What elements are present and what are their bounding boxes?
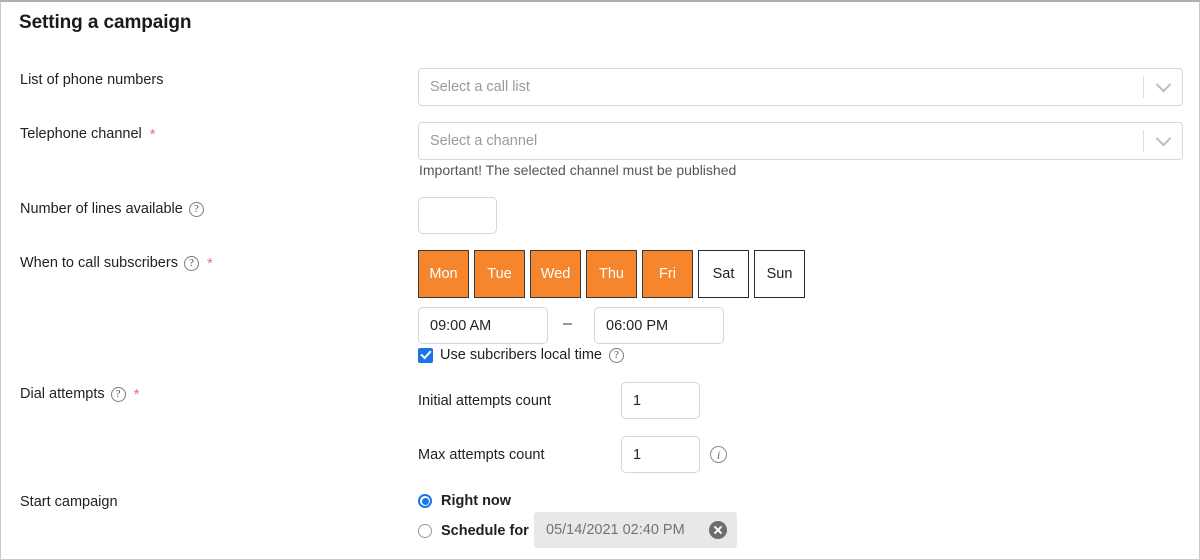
label-max-attempts-count: Max attempts count <box>418 447 545 463</box>
use-local-time-checkbox[interactable] <box>418 348 433 363</box>
help-circle-icon[interactable]: ? <box>184 256 199 271</box>
channel-hint: Important! The selected channel must be … <box>419 162 736 178</box>
weekday-button-sun[interactable]: Sun <box>754 250 805 298</box>
max-attempts-input[interactable]: 1 <box>621 436 700 473</box>
schedule-datetime-field[interactable]: 05/14/2021 02:40 PM <box>534 512 737 548</box>
use-local-time-label: Use subcribers local time <box>440 347 602 363</box>
label-start-campaign: Start campaign <box>20 494 118 510</box>
chevron-down-icon[interactable] <box>1144 136 1182 147</box>
label-text: Number of lines available <box>20 201 183 217</box>
weekday-label: Fri <box>659 266 676 282</box>
label-text: When to call subscribers <box>20 255 178 271</box>
required-marker: * <box>207 256 213 271</box>
weekday-label: Tue <box>487 266 511 282</box>
weekday-button-mon[interactable]: Mon <box>418 250 469 298</box>
label-list-of-phone-numbers: List of phone numbers <box>20 72 163 88</box>
schedule-for-radio[interactable] <box>418 524 432 538</box>
use-local-time-row[interactable]: Use subcribers local time ? <box>418 347 624 363</box>
weekday-button-fri[interactable]: Fri <box>642 250 693 298</box>
weekday-label: Mon <box>429 266 457 282</box>
help-circle-icon[interactable]: ? <box>111 387 126 402</box>
call-list-select[interactable]: Select a call list <box>418 68 1183 106</box>
weekday-label: Wed <box>541 266 571 282</box>
required-marker: * <box>134 387 140 402</box>
label-initial-attempts-count: Initial attempts count <box>418 393 551 409</box>
chevron-down-icon[interactable] <box>1144 82 1182 93</box>
call-list-select-placeholder: Select a call list <box>419 79 1143 95</box>
label-text: Telephone channel <box>20 126 142 142</box>
weekday-button-sat[interactable]: Sat <box>698 250 749 298</box>
time-from-input[interactable]: 09:00 AM <box>418 307 548 344</box>
weekday-button-thu[interactable]: Thu <box>586 250 637 298</box>
label-text: List of phone numbers <box>20 72 163 88</box>
weekday-label: Sun <box>767 266 793 282</box>
weekday-button-tue[interactable]: Tue <box>474 250 525 298</box>
clear-circle-icon[interactable] <box>709 521 727 539</box>
initial-attempts-input[interactable]: 1 <box>621 382 700 419</box>
help-circle-icon[interactable]: ? <box>189 202 204 217</box>
weekday-selector[interactable]: Mon Tue Wed Thu Fri Sat Sun <box>418 250 805 298</box>
weekday-label: Sat <box>713 266 735 282</box>
channel-select[interactable]: Select a channel <box>418 122 1183 160</box>
schedule-datetime-value: 05/14/2021 02:40 PM <box>546 522 709 538</box>
weekday-label: Thu <box>599 266 624 282</box>
schedule-for-label: Schedule for <box>441 523 529 539</box>
label-text: Start campaign <box>20 494 118 510</box>
time-to-input[interactable]: 06:00 PM <box>594 307 724 344</box>
start-now-radio[interactable] <box>418 494 432 508</box>
weekday-button-wed[interactable]: Wed <box>530 250 581 298</box>
lines-available-input[interactable] <box>418 197 497 234</box>
channel-select-placeholder: Select a channel <box>419 133 1143 149</box>
time-range-separator: – <box>563 315 572 333</box>
campaign-settings-page: Setting a campaign List of phone numbers… <box>0 0 1200 560</box>
label-telephone-channel: Telephone channel * <box>20 126 156 142</box>
schedule-for-option[interactable]: Schedule for <box>418 523 529 539</box>
label-when-to-call-subscribers: When to call subscribers ? * <box>20 255 213 271</box>
label-dial-attempts: Dial attempts ? * <box>20 386 139 402</box>
start-now-option[interactable]: Right now <box>418 493 511 509</box>
page-title: Setting a campaign <box>19 12 191 34</box>
required-marker: * <box>150 127 156 142</box>
info-circle-icon[interactable]: i <box>710 446 727 463</box>
help-circle-icon[interactable]: ? <box>609 348 624 363</box>
start-now-label: Right now <box>441 493 511 509</box>
label-number-of-lines-available: Number of lines available ? <box>20 201 204 217</box>
label-text: Dial attempts <box>20 386 105 402</box>
